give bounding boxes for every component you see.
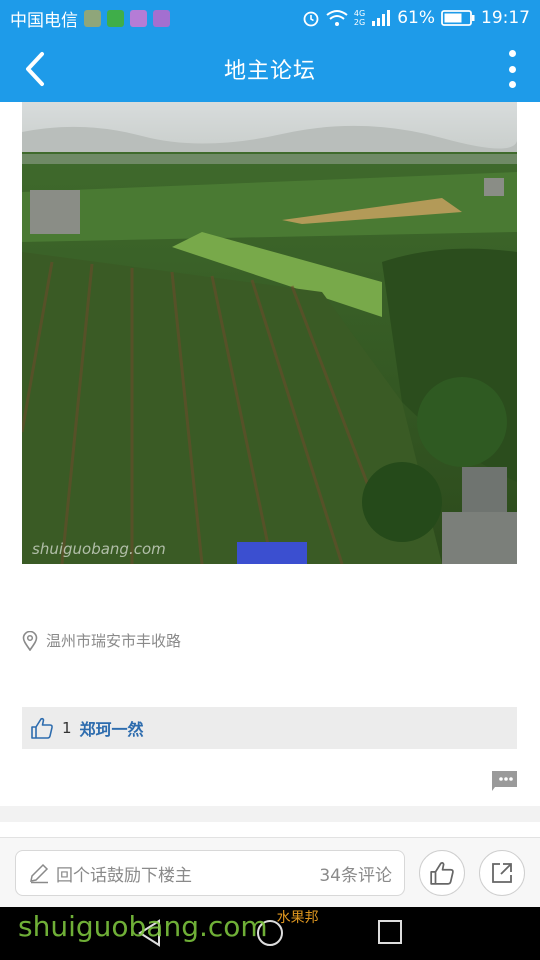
nav-back-icon[interactable] (137, 919, 163, 947)
nav-recents-icon[interactable] (377, 919, 403, 945)
post-location: 温州市瑞安市丰收路 (22, 630, 181, 651)
title-bar: 地主论坛 (0, 36, 540, 102)
liked-by-user-link[interactable]: 郑珂一然 (80, 716, 144, 740)
network-type-label: 2G (353, 18, 366, 27)
more-options-button[interactable] (504, 50, 520, 88)
battery-percent: 61% (397, 8, 435, 28)
likes-count: 1 (62, 719, 72, 737)
comment-count: 34条评论 (319, 865, 392, 886)
app-notification-icon (130, 9, 147, 27)
status-bar: 中国电信 4G 2G 61% 19:17 (0, 0, 540, 36)
page-title: 地主论坛 (223, 59, 316, 84)
farmland-image (22, 102, 517, 564)
clock: 19:17 (481, 8, 530, 28)
like-button[interactable] (419, 850, 465, 896)
battery-icon (441, 10, 475, 26)
thumbs-up-icon (31, 717, 53, 739)
location-text: 温州市瑞安市丰收路 (46, 632, 182, 650)
pencil-icon (30, 863, 49, 884)
likes-bar: 1 郑珂一然 (22, 707, 517, 749)
nav-home-icon[interactable] (256, 919, 284, 947)
more-dot (508, 81, 516, 88)
post-photo[interactable]: shuiguobang.com (22, 102, 517, 564)
comment-button[interactable] (491, 770, 518, 792)
share-icon (492, 863, 512, 883)
speech-bubble-icon (492, 771, 517, 791)
section-divider (0, 806, 540, 822)
signal-icon (372, 10, 391, 26)
more-dot (508, 50, 516, 57)
carrier-label: 中国电信 (10, 10, 78, 31)
comment-input[interactable]: 回个话鼓励下楼主 34条评论 (15, 850, 405, 896)
alarm-icon (303, 11, 319, 27)
location-pin-icon (22, 630, 38, 651)
system-nav-bar (0, 907, 540, 960)
share-button[interactable] (479, 850, 525, 896)
comment-placeholder: 回个话鼓励下楼主 (56, 865, 192, 886)
wifi-icon (326, 10, 348, 26)
photo-watermark: shuiguobang.com (32, 540, 166, 558)
thumbs-up-icon (430, 862, 454, 885)
more-dot (508, 65, 516, 73)
gallery-notification-icon (153, 9, 170, 27)
comment-bar: 回个话鼓励下楼主 34条评论 (0, 837, 540, 907)
network-type-label: 4G (353, 9, 366, 18)
app-notification-icon (107, 9, 124, 27)
app-notification-icon (84, 9, 101, 27)
